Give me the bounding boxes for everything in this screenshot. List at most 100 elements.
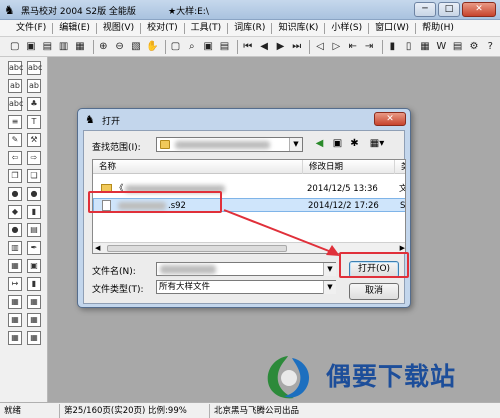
- menu-tools[interactable]: 工具(T): [185, 20, 228, 36]
- window-document-path: ★大样:E:\: [168, 7, 209, 17]
- highlight-open-button: [339, 252, 409, 278]
- menu-window[interactable]: 窗口(W): [369, 20, 415, 36]
- edit-doc-icon[interactable]: ✎: [8, 133, 22, 147]
- menu-help[interactable]: 帮助(H): [416, 20, 460, 36]
- page-e-icon[interactable]: ▦: [8, 331, 22, 345]
- menu-proofread[interactable]: 校对(T): [141, 20, 184, 36]
- word-check-icon[interactable]: ab: [27, 79, 41, 93]
- paste-icon[interactable]: ❏: [27, 169, 41, 183]
- marker-icon[interactable]: ◆: [8, 205, 22, 219]
- chevron-down-icon[interactable]: ▼: [323, 263, 336, 276]
- back-icon[interactable]: ⇤: [346, 40, 359, 54]
- text-icon[interactable]: T: [27, 115, 41, 129]
- dialog-close-button[interactable]: ✕: [374, 112, 406, 126]
- arrow-in-icon[interactable]: ↦: [8, 277, 22, 291]
- comment-alt-icon[interactable]: ●: [27, 187, 41, 201]
- column-type[interactable]: 类型: [395, 160, 405, 174]
- view-menu-icon[interactable]: ▦▾: [366, 137, 388, 151]
- menu-view[interactable]: 视图(V): [97, 20, 140, 36]
- first-page-icon[interactable]: ⏮: [241, 40, 254, 54]
- filetype-select[interactable]: 所有大样文件: [156, 280, 336, 294]
- last-page-icon[interactable]: ⏭: [290, 40, 303, 54]
- folder-icon: [160, 140, 170, 149]
- replace-icon[interactable]: ▣: [202, 40, 215, 54]
- horse-logo-icon: ♞: [4, 3, 15, 17]
- maximize-button[interactable]: □: [438, 2, 460, 17]
- page-f-icon[interactable]: ▦: [27, 331, 41, 345]
- table-icon[interactable]: ▦: [8, 259, 22, 273]
- punct-check-icon[interactable]: ab: [8, 79, 22, 93]
- hand-tool-icon[interactable]: ✋: [146, 40, 159, 54]
- abc-check-icon[interactable]: abc: [8, 97, 23, 111]
- bar-icon[interactable]: ▮: [27, 205, 41, 219]
- arrow-left-icon[interactable]: ⇦: [8, 151, 22, 165]
- grammar-check-icon[interactable]: abc: [27, 61, 42, 75]
- chart-icon[interactable]: ▯: [402, 40, 415, 54]
- zoom-out-icon[interactable]: ⊖: [113, 40, 126, 54]
- forward-icon[interactable]: ⇥: [362, 40, 375, 54]
- fit-page-icon[interactable]: ▧: [129, 40, 142, 54]
- open-file-icon[interactable]: ▣: [24, 40, 37, 54]
- wrench-icon[interactable]: ⚒: [27, 133, 41, 147]
- zoom-in-icon[interactable]: ⊕: [97, 40, 110, 54]
- search-icon[interactable]: ⌕: [185, 40, 198, 54]
- save-icon[interactable]: ▤: [41, 40, 54, 54]
- cancel-button[interactable]: 取消: [349, 283, 399, 300]
- menu-bar: 文件(F) 编辑(E) 视图(V) 校对(T) 工具(T) 词库(R) 知识库(…: [0, 20, 500, 37]
- page-d-icon[interactable]: ▦: [27, 313, 41, 327]
- doc-icon[interactable]: ▤: [27, 223, 41, 237]
- page-a-icon[interactable]: ▦: [8, 295, 22, 309]
- arrow-right-icon[interactable]: ⇨: [27, 151, 41, 165]
- menu-file[interactable]: 文件(F): [10, 20, 52, 36]
- prev-error-icon[interactable]: ◁: [313, 40, 326, 54]
- options-icon[interactable]: ▦: [418, 40, 431, 54]
- back-nav-icon[interactable]: ◀: [312, 137, 327, 151]
- scrollbar-thumb[interactable]: [107, 245, 287, 252]
- spell-check-icon[interactable]: abc: [8, 61, 23, 75]
- help-icon[interactable]: ?: [484, 40, 497, 54]
- chevron-down-icon[interactable]: ▼: [323, 281, 336, 294]
- save-alt-icon[interactable]: ▮: [27, 277, 41, 291]
- list-icon[interactable]: ≡: [8, 115, 22, 129]
- scroll-left-icon[interactable]: ◀: [95, 243, 100, 253]
- minimize-button[interactable]: ─: [414, 2, 436, 17]
- menu-edit[interactable]: 编辑(E): [53, 20, 96, 36]
- chevron-down-icon[interactable]: ▼: [289, 138, 302, 151]
- record-icon[interactable]: ●: [8, 223, 22, 237]
- column-date[interactable]: 修改日期: [303, 160, 395, 174]
- lookin-dropdown[interactable]: ▼: [156, 137, 303, 152]
- watermark-logo-icon: [267, 356, 310, 399]
- format-icon[interactable]: ▥: [8, 241, 22, 255]
- horse-logo-icon: ♞: [85, 113, 95, 126]
- copy-icon[interactable]: ❐: [8, 169, 22, 183]
- pen-icon[interactable]: ✒: [27, 241, 41, 255]
- column-name[interactable]: 名称: [93, 160, 303, 174]
- up-folder-icon[interactable]: ▣: [330, 137, 345, 151]
- menu-dictionary[interactable]: 词库(R): [228, 20, 271, 36]
- file-date: 2014/12/2 17:26: [308, 201, 379, 211]
- print-icon[interactable]: ▥: [57, 40, 70, 54]
- stats-icon[interactable]: ▮: [386, 40, 399, 54]
- mark-icon[interactable]: ▤: [218, 40, 231, 54]
- menu-draft[interactable]: 小样(S): [325, 20, 368, 36]
- page-c-icon[interactable]: ▦: [8, 313, 22, 327]
- page-b-icon[interactable]: ▦: [27, 295, 41, 309]
- preview-icon[interactable]: ▦: [73, 40, 86, 54]
- next-error-icon[interactable]: ▷: [330, 40, 343, 54]
- lookin-label: 查找范围(I):: [92, 143, 141, 153]
- settings-icon[interactable]: ⚙: [467, 40, 480, 54]
- page-view-icon[interactable]: ▢: [169, 40, 182, 54]
- new-file-icon[interactable]: ▢: [8, 40, 21, 54]
- dict-icon[interactable]: ▤: [451, 40, 464, 54]
- lock-icon[interactable]: ▣: [27, 259, 41, 273]
- tree-icon[interactable]: ♣: [27, 97, 41, 111]
- title-bar: ♞ 黑马校对 2004 S2版 全能版 ★大样:E:\ ─ □ ✕: [0, 0, 500, 20]
- new-folder-icon[interactable]: ✱: [347, 137, 362, 151]
- close-button[interactable]: ✕: [462, 2, 496, 17]
- site-watermark: 偶要下载站: [262, 352, 500, 402]
- prev-page-icon[interactable]: ◀: [257, 40, 270, 54]
- word-icon[interactable]: W: [435, 40, 448, 54]
- menu-knowledge[interactable]: 知识库(K): [272, 20, 324, 36]
- comment-icon[interactable]: ●: [8, 187, 22, 201]
- next-page-icon[interactable]: ▶: [274, 40, 287, 54]
